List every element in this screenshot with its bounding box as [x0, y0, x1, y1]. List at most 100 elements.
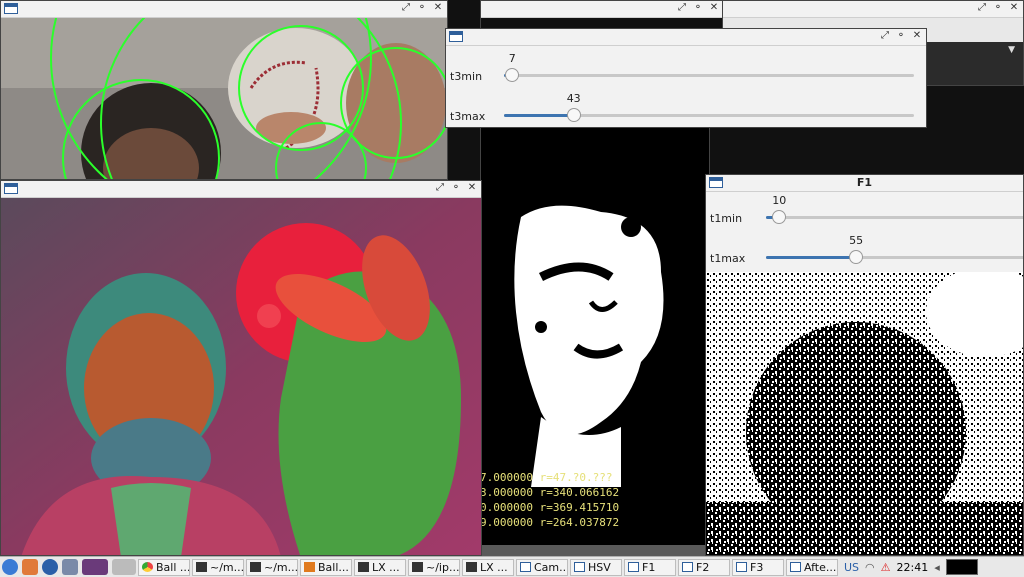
t1max-track[interactable] — [766, 250, 1023, 264]
terminal-icon — [250, 562, 261, 572]
close-icon[interactable]: ✕ — [1009, 2, 1019, 13]
t3max-handle[interactable] — [566, 108, 581, 122]
task-label: LX ... — [372, 560, 400, 574]
t3max-slider-row: t3max 43 — [446, 92, 926, 127]
f1-trackbars: t1min 10 t1max 55 — [706, 192, 1023, 272]
maximize-icon[interactable]: ⤢ — [401, 2, 411, 13]
hsv-image — [1, 198, 481, 555]
t3min-handle[interactable] — [505, 68, 520, 82]
background-window-a-titlebar[interactable]: ⤢ ⚬ ✕ — [481, 1, 723, 18]
cpu-monitor-icon[interactable] — [945, 559, 978, 575]
t3min-track[interactable] — [504, 68, 914, 82]
task-label: ~/m... — [264, 560, 298, 574]
task-button[interactable]: ~/m... — [246, 558, 298, 576]
close-icon[interactable]: ✕ — [467, 182, 477, 193]
clock[interactable]: 22:41 — [897, 561, 929, 574]
f1-binary-image — [706, 272, 1023, 555]
terminal-icon — [358, 562, 369, 572]
hsv-window: ⤢ ⚬ ✕ — [0, 180, 482, 556]
t1max-fill — [766, 256, 857, 259]
minimize-icon[interactable]: ⚬ — [417, 2, 427, 13]
system-tray: US ◠ ⚠ 22:41 ◂ — [844, 559, 978, 575]
camera-titlebar[interactable]: ⤢ ⚬ ✕ — [1, 1, 447, 18]
t3max-track[interactable] — [504, 108, 914, 122]
hsv-titlebar[interactable]: ⤢ ⚬ ✕ — [1, 181, 481, 198]
editor-icon — [304, 562, 315, 572]
minimize-icon[interactable]: ⚬ — [896, 30, 906, 41]
t1max-value: 55 — [849, 234, 864, 247]
t1min-slider-row: t1min 10 — [706, 194, 1023, 234]
t1max-handle[interactable] — [849, 250, 864, 264]
maximize-icon[interactable]: ⤢ — [880, 30, 890, 41]
task-label: F1 — [642, 560, 656, 574]
maximize-icon[interactable]: ⤢ — [977, 2, 987, 13]
t3min-value: 7 — [508, 52, 516, 65]
terminal-icon — [412, 562, 423, 572]
t3-trackbar-window: ⤢ ⚬ ✕ t3min 7 t3max 43 — [445, 28, 927, 128]
task-button[interactable]: F2 — [678, 558, 730, 576]
task-label: Ball... — [318, 560, 349, 574]
close-icon[interactable]: ✕ — [912, 30, 922, 41]
f1-window: F1 t1min 10 t1max 55 — [705, 174, 1024, 556]
window-icon — [736, 562, 747, 572]
task-label: F2 — [696, 560, 710, 574]
task-label: ~/ip... — [426, 560, 460, 574]
task-label: HSV — [588, 560, 611, 574]
task-button[interactable]: F3 — [732, 558, 784, 576]
task-button[interactable]: Ball... — [300, 558, 352, 576]
task-label: Ball ... — [156, 560, 190, 574]
task-button[interactable]: LX ... — [354, 558, 406, 576]
task-label: LX ... — [480, 560, 508, 574]
workspace-blank-icon[interactable] — [112, 559, 136, 575]
t1min-handle[interactable] — [772, 210, 787, 224]
camera-feed — [1, 18, 447, 179]
task-button[interactable]: HSV — [570, 558, 622, 576]
window-icon — [520, 562, 531, 572]
task-label: ~/m... — [210, 560, 244, 574]
terminal-line: 9.000000 r=264.037872 — [480, 516, 620, 529]
show-desktop-icon[interactable] — [62, 559, 78, 575]
close-icon[interactable]: ✕ — [709, 2, 719, 13]
t3max-label: t3max — [450, 110, 486, 123]
minimize-icon[interactable]: ⚬ — [993, 2, 1003, 13]
maximize-icon[interactable]: ⤢ — [435, 182, 445, 193]
workspace-switcher-icon[interactable] — [82, 559, 108, 575]
keyboard-layout[interactable]: US — [844, 561, 859, 574]
close-icon[interactable]: ✕ — [433, 2, 443, 13]
start-menu-icon[interactable] — [2, 559, 18, 575]
task-button[interactable]: Cam... — [516, 558, 568, 576]
t3min-slider-row: t3min 7 — [446, 52, 926, 92]
background-window-b-titlebar[interactable]: ⤢ ⚬ ✕ — [723, 1, 1023, 18]
warning-icon[interactable]: ⚠ — [881, 561, 891, 574]
task-button[interactable]: ~/m... — [192, 558, 244, 576]
task-button[interactable]: Ball ... — [138, 558, 190, 576]
t3-titlebar[interactable]: ⤢ ⚬ ✕ — [446, 29, 926, 46]
f1-titlebar[interactable]: F1 — [706, 175, 1023, 192]
task-button[interactable]: ~/ip... — [408, 558, 460, 576]
t3min-label: t3min — [450, 70, 483, 83]
t1max-label: t1max — [710, 252, 746, 265]
window-app-icon — [449, 31, 463, 42]
volume-icon[interactable]: ◂ — [934, 561, 940, 574]
wifi-icon[interactable]: ◠ — [865, 561, 875, 574]
t3max-fill — [504, 114, 574, 117]
minimize-icon[interactable]: ⚬ — [693, 2, 703, 13]
minimize-icon[interactable]: ⚬ — [451, 182, 461, 193]
task-label: Cam... — [534, 560, 568, 574]
window-icon — [574, 562, 585, 572]
file-manager-icon[interactable] — [22, 559, 38, 575]
t1min-track[interactable] — [766, 210, 1023, 224]
taskbar: Ball ... ~/m... ~/m... Ball... LX ... ~/… — [0, 556, 1024, 577]
task-button[interactable]: F1 — [624, 558, 676, 576]
terminal-scrollbar[interactable] — [480, 545, 710, 556]
background-window-a: ⤢ ⚬ ✕ — [480, 0, 724, 30]
maximize-icon[interactable]: ⤢ — [677, 2, 687, 13]
f1-title: F1 — [856, 176, 873, 189]
task-button[interactable]: Afte... — [786, 558, 838, 576]
t1max-slider-row: t1max 55 — [706, 234, 1023, 274]
window-app-icon — [4, 3, 18, 14]
camera-window: ⤢ ⚬ ✕ — [0, 0, 448, 180]
terminal-line: 3.000000 r=340.066162 — [480, 486, 620, 499]
browser-globe-icon[interactable] — [42, 559, 58, 575]
task-button[interactable]: LX ... — [462, 558, 514, 576]
